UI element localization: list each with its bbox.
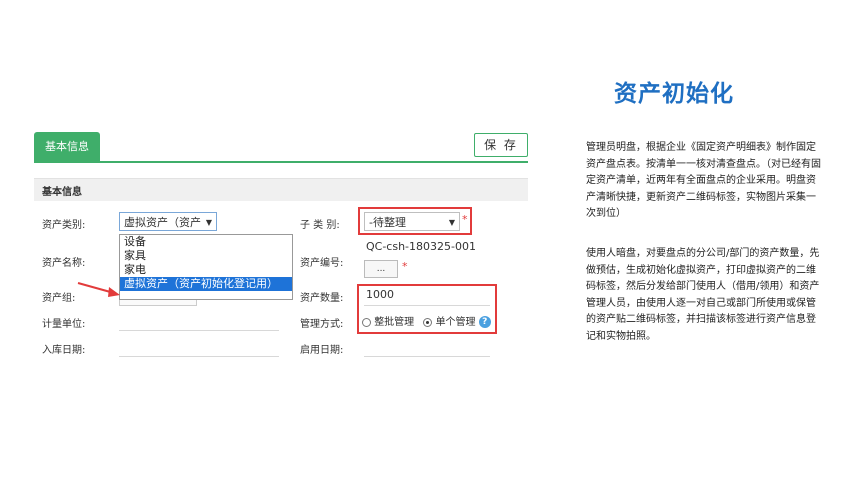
asset-code-value: QC-csh-180325-001 <box>366 240 476 253</box>
start-date-field[interactable] <box>364 356 490 357</box>
chevron-down-icon: ▼ <box>205 218 212 227</box>
page-title: 资产初始化 <box>614 81 734 107</box>
label-unit: 计量单位: <box>42 319 86 330</box>
label-in-date: 入库日期: <box>42 345 86 356</box>
label-start-date: 启用日期: <box>300 345 344 356</box>
chevron-down-icon: ▼ <box>448 218 455 227</box>
paragraph-open-inventory: 管理员明盘，根据企业《固定资产明细表》制作固定资产盘点表。按清单一一核对清查盘点… <box>586 142 821 219</box>
section-title: 基本信息 <box>42 187 82 198</box>
subcategory-select[interactable]: -待整理 ▼ <box>364 212 460 231</box>
label-asset-category: 资产类别: <box>42 220 86 231</box>
asset-code-picker-button[interactable]: ... <box>364 260 398 278</box>
unit-field[interactable] <box>119 330 279 331</box>
asset-category-select[interactable]: 虚拟资产（资产 ▼ <box>119 212 217 231</box>
tab-basic-info[interactable]: 基本信息 <box>34 132 100 162</box>
manage-mode-radios: 整批管理 单个管理 ? <box>362 313 491 328</box>
dropdown-option-furniture[interactable]: 家具 <box>120 249 292 263</box>
label-asset-count: 资产数量: <box>300 293 344 304</box>
asset-category-dropdown: 设备 家具 家电 虚拟资产（资产初始化登记用） <box>119 234 293 300</box>
dropdown-option-virtual-asset[interactable]: 虚拟资产（资产初始化登记用） <box>120 277 292 291</box>
required-mark: * <box>462 213 468 226</box>
label-asset-code: 资产编号: <box>300 258 344 269</box>
asset-count-input[interactable]: 1000 <box>366 288 394 301</box>
radio-batch[interactable] <box>362 317 371 327</box>
save-button[interactable]: 保 存 <box>474 133 528 157</box>
label-asset-group: 资产组: <box>42 293 76 304</box>
tab-underline <box>34 161 528 163</box>
required-mark: * <box>402 260 408 273</box>
in-date-field[interactable] <box>119 356 279 357</box>
asset-category-value: 虚拟资产（资产 <box>124 216 201 229</box>
subcategory-value: -待整理 <box>369 216 406 229</box>
radio-batch-label: 整批管理 <box>374 317 415 328</box>
dropdown-option-appliance[interactable]: 家电 <box>120 263 292 277</box>
pointer-arrow-icon <box>77 282 120 297</box>
radio-single-label: 单个管理 <box>435 317 476 328</box>
label-asset-name: 资产名称: <box>42 258 86 269</box>
section-header <box>34 178 528 201</box>
radio-single[interactable] <box>423 317 433 327</box>
asset-count-underline <box>364 305 490 306</box>
paragraph-blind-inventory: 使用人暗盘，对要盘点的分公司/部门的资产数量，先做预估，生成初始化虚拟资产，打印… <box>586 248 820 342</box>
label-manage-mode: 管理方式: <box>300 319 344 330</box>
dropdown-option-equipment[interactable]: 设备 <box>120 235 292 249</box>
help-icon[interactable]: ? <box>478 316 491 328</box>
label-subcategory: 子 类 别: <box>300 220 340 231</box>
